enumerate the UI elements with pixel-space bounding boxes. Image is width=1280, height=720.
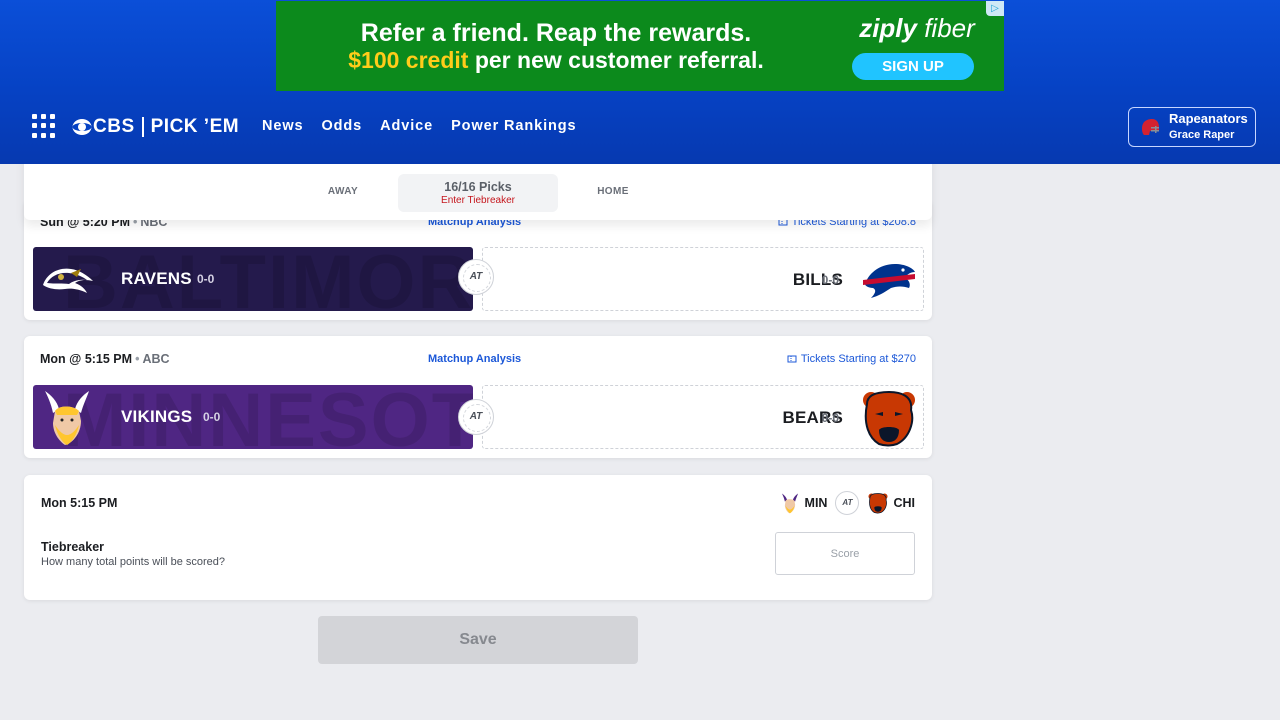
tiebreaker-at-badge: AT bbox=[835, 491, 860, 515]
logo-divider bbox=[141, 117, 144, 137]
home-team-pick-bills[interactable]: BILLS 0-0 bbox=[482, 247, 924, 311]
nav-links: News Odds Advice Power Rankings bbox=[262, 118, 595, 134]
ad-signup-button[interactable]: SIGN UP bbox=[852, 53, 974, 80]
vikings-mini-logo-icon bbox=[781, 493, 798, 514]
ad-subline-rest: per new customer referral. bbox=[468, 47, 764, 73]
ad-credit: $100 credit bbox=[348, 47, 469, 73]
tiebreaker-score-input[interactable] bbox=[775, 532, 915, 575]
away-team-record: 0-0 bbox=[203, 410, 221, 424]
nav-news[interactable]: News bbox=[262, 118, 303, 134]
tiebreaker-home-abbr: CHI bbox=[893, 496, 915, 510]
bears-logo-icon bbox=[863, 390, 915, 447]
game-day-time: Mon @ 5:15 PM bbox=[40, 352, 133, 366]
tiebreaker-matchup: MIN AT CHI bbox=[779, 491, 915, 515]
home-team-record: 0-0 bbox=[821, 273, 839, 287]
site-header: Refer a friend. Reap the rewards. $100 c… bbox=[0, 0, 1280, 164]
away-team-pick-vikings[interactable]: MINNESOTA VIKINGS 0-0 bbox=[33, 385, 473, 449]
away-team-name: VIKINGS bbox=[121, 407, 193, 426]
ad-brand-logo: ziply fiber bbox=[852, 13, 982, 44]
at-badge: AT bbox=[458, 399, 494, 435]
at-badge: AT bbox=[458, 259, 494, 295]
enter-tiebreaker-note: Enter Tiebreaker bbox=[441, 195, 515, 206]
ad-choices-icon[interactable]: ▷ bbox=[986, 1, 1004, 16]
cbs-eye-icon bbox=[72, 119, 92, 135]
away-team-pick-ravens[interactable]: BALTIMORE RAVENS 0-0 bbox=[33, 247, 473, 311]
tickets-text: Tickets Starting at $270 bbox=[800, 353, 916, 365]
tiebreaker-card: Mon 5:15 PM MIN AT CHI Tiebreaker How ma… bbox=[24, 475, 932, 600]
cbs-pickem-logo[interactable]: CBS PICK ’EM bbox=[72, 115, 239, 139]
ticket-icon bbox=[787, 355, 797, 363]
bears-mini-logo-icon bbox=[868, 493, 889, 514]
user-team-button[interactable]: Rapeanators Grace Raper bbox=[1128, 107, 1256, 147]
vikings-logo-icon bbox=[45, 391, 89, 445]
home-team-record: 0-0 bbox=[821, 411, 839, 425]
logo-product: PICK ’EM bbox=[150, 116, 240, 137]
tiebreaker-title: Tiebreaker bbox=[41, 540, 105, 554]
ad-brand-b: fiber bbox=[916, 13, 975, 43]
bills-logo-icon bbox=[863, 264, 915, 298]
home-team-pick-bears[interactable]: BEARS 0-0 bbox=[482, 385, 924, 449]
save-button[interactable]: Save bbox=[318, 616, 638, 664]
picks-tabs: AWAY 16/16 Picks Enter Tiebreaker HOME bbox=[24, 164, 932, 212]
matchup-analysis-link[interactable]: Matchup Analysis bbox=[428, 353, 521, 365]
ad-brand-a: ziply bbox=[859, 13, 917, 43]
user-name: Grace Raper bbox=[1169, 129, 1235, 141]
away-team-name: RAVENS bbox=[121, 269, 192, 288]
main-nav: CBS PICK ’EM News Odds Advice Power Rank… bbox=[0, 107, 1280, 148]
ad-subline: $100 credit per new customer referral. bbox=[276, 47, 836, 74]
nav-odds[interactable]: Odds bbox=[321, 118, 362, 134]
tab-home[interactable]: HOME bbox=[568, 186, 658, 197]
tickets-link[interactable]: Tickets Starting at $270 bbox=[787, 353, 916, 365]
tiebreaker-question: How many total points will be scored? bbox=[41, 556, 226, 568]
game-time: Mon @ 5:15 PM • ABC bbox=[40, 352, 170, 366]
tiebreaker-away-abbr: MIN bbox=[804, 496, 828, 510]
game-network: ABC bbox=[142, 352, 170, 366]
nav-advice[interactable]: Advice bbox=[380, 118, 433, 134]
user-team-name: Rapeanators bbox=[1169, 111, 1248, 126]
away-team-record: 0-0 bbox=[197, 272, 215, 286]
team-helmet-icon bbox=[1142, 119, 1159, 135]
game-card-vikings-bears: Mon @ 5:15 PM • ABC Matchup Analysis Ticke… bbox=[24, 336, 932, 458]
picks-progress-button[interactable]: 16/16 Picks Enter Tiebreaker bbox=[398, 174, 558, 212]
ravens-logo-icon bbox=[43, 268, 93, 293]
app-grid-icon[interactable] bbox=[32, 114, 56, 138]
tiebreaker-game-time: Mon 5:15 PM bbox=[41, 496, 118, 510]
picks-count: 16/16 Picks bbox=[444, 180, 512, 194]
nav-power-rankings[interactable]: Power Rankings bbox=[451, 118, 576, 134]
logo-brand: CBS bbox=[93, 116, 135, 137]
tab-away[interactable]: AWAY bbox=[298, 186, 388, 197]
ad-banner[interactable]: Refer a friend. Reap the rewards. $100 c… bbox=[276, 1, 1004, 91]
ad-headline: Refer a friend. Reap the rewards. bbox=[360, 19, 752, 47]
